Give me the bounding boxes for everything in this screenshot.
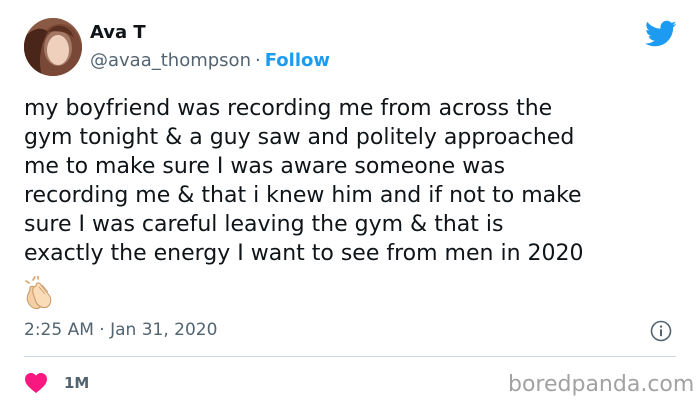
clapping-hands-icon: [25, 276, 52, 310]
author-meta: @avaa_thompson · Follow: [90, 50, 330, 71]
separator-dot: ·: [254, 50, 261, 71]
divider: [24, 356, 676, 357]
heart-icon[interactable]: [24, 372, 48, 394]
watermark: boredpanda.com: [508, 372, 695, 397]
like-count[interactable]: 1M: [64, 374, 89, 392]
tweet-line: gym tonight & a guy saw and politely app…: [24, 125, 575, 150]
tweet-text: my boyfriend was recording me from acros…: [24, 94, 684, 268]
tweet-line: exactly the energy I want to see from me…: [24, 241, 584, 266]
tweet-line: recording me & that i knew him and if no…: [24, 183, 582, 208]
avatar-photo: [24, 18, 82, 76]
tweet-timestamp[interactable]: 2:25 AM · Jan 31, 2020: [24, 320, 217, 340]
tweet-line: sure I was careful leaving the gym & tha…: [24, 212, 504, 237]
avatar[interactable]: [24, 18, 82, 76]
twitter-bird-icon[interactable]: [645, 20, 677, 48]
info-icon[interactable]: [650, 320, 672, 342]
follow-button[interactable]: Follow: [265, 50, 330, 71]
tweet-line: my boyfriend was recording me from acros…: [24, 96, 553, 121]
author-handle[interactable]: @avaa_thompson: [90, 50, 251, 71]
author-name[interactable]: Ava T: [90, 22, 146, 43]
tweet-line: me to make sure I was aware someone was: [24, 154, 506, 179]
